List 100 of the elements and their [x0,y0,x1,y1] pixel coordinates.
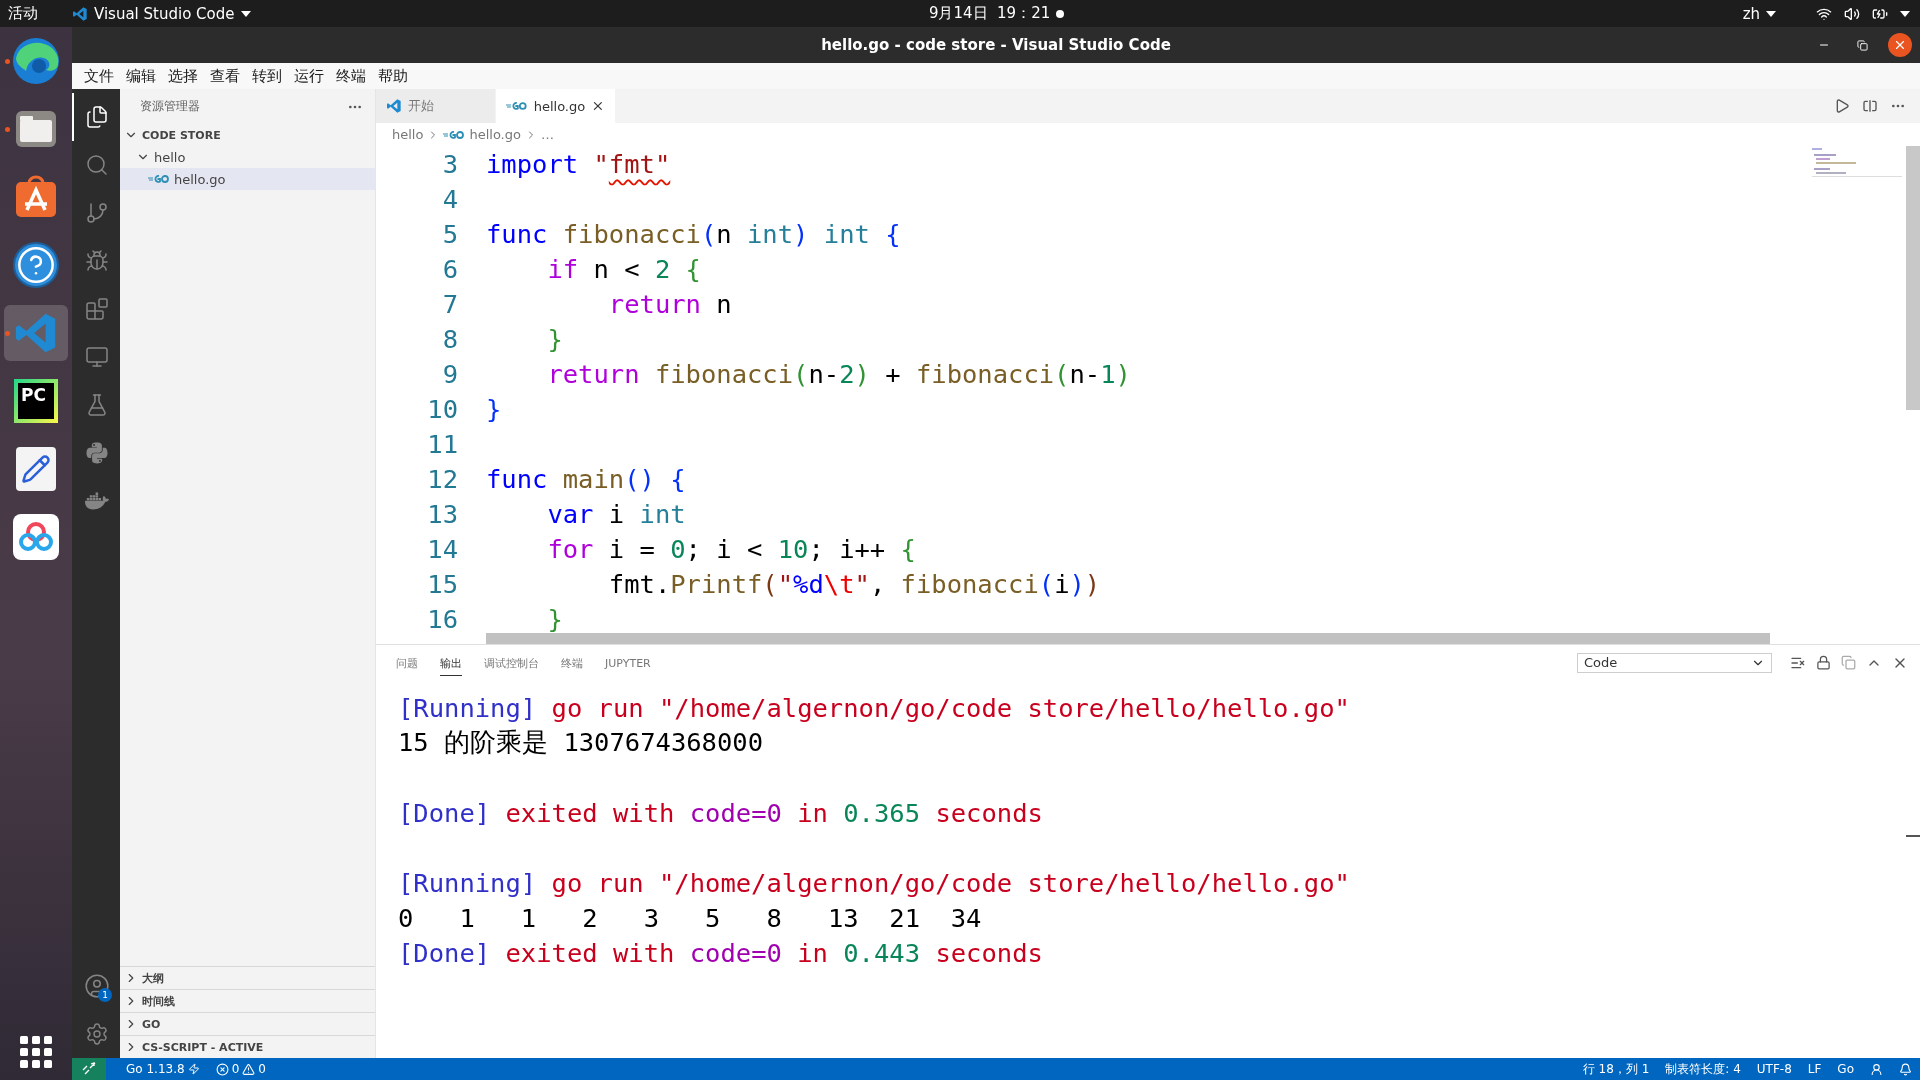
shopping-bag-icon[interactable] [13,174,59,220]
menu-item[interactable]: 查看 [204,66,246,86]
problems-item[interactable]: 0 0 [207,1062,274,1076]
code-line: } [546,323,563,354]
sidebar-title: 资源管理器 [140,98,200,115]
close-icon [1893,38,1907,52]
feedback-icon[interactable] [1870,1062,1883,1076]
sidebar-section[interactable]: GO [120,1012,375,1035]
panel-tab[interactable]: JUPYTER [605,650,651,675]
cloud-app-icon[interactable] [12,513,60,561]
code-line: for i = 0; i < 10; i++ { [546,533,916,564]
status-item[interactable]: LF [1799,1062,1830,1076]
line-number: 12 [426,463,459,494]
help-icon[interactable] [13,242,59,288]
error-icon [215,1062,229,1076]
menu-item[interactable]: 终端 [330,66,372,86]
code-line: import "fmt" [486,148,671,179]
scrollbar[interactable] [1906,146,1920,410]
close-icon[interactable] [591,99,605,113]
line-number: 8 [441,323,459,354]
status-item[interactable]: Go [1829,1062,1862,1076]
status-item[interactable]: 行 18，列 1 [1574,1060,1658,1078]
lightning-icon [187,1063,200,1075]
code-line: func fibonacci(n int) int { [486,218,901,249]
menu-item[interactable]: 运行 [288,66,330,86]
menu-item[interactable]: 编辑 [120,66,162,86]
panel-tab[interactable]: 输出 [440,649,462,676]
caret-icon [240,10,251,17]
tree-item[interactable]: hello [120,146,375,168]
notification-badge: 1 [98,988,112,1002]
menu-item[interactable]: 转到 [246,66,288,86]
editor-tab[interactable]: hello.go [496,89,616,123]
caret-icon [1900,10,1910,17]
menu-item[interactable]: 选择 [162,66,204,86]
line-number: 7 [441,288,459,319]
run-icon[interactable] [1834,98,1850,114]
go-file-icon [148,174,170,184]
line-number: 15 [426,568,459,599]
code-line: fmt.Printf("%d\t", fibonacci(i)) [607,568,1101,599]
vscode-icon [72,5,88,22]
line-number: 3 [441,148,459,179]
code-line: var i int [546,498,686,529]
output-line: [Done] exited with code=0 in 0.365 seconds [398,797,1043,828]
breadcrumb[interactable]: hello [392,127,424,142]
output-line: 15 的阶乘是 1307674368000 [398,726,763,759]
menu-item[interactable]: 帮助 [372,66,414,86]
go-file-icon [506,101,528,111]
warning-icon [242,1062,256,1076]
output-line: [Running] go run "/home/algernon/go/code store/hello/hello.go" [398,692,1350,723]
split-editor-icon[interactable] [1862,98,1878,114]
line-number: 10 [426,393,459,424]
remote-icon [82,1062,96,1076]
output-line: [Running] go run "/home/algernon/go/code store/hello/hello.go" [398,867,1350,898]
editor-tab[interactable]: 开始 [376,89,496,123]
panel-tab[interactable]: 问题 [396,649,418,676]
output-channel-select[interactable]: Code [1577,652,1772,673]
status-item[interactable]: 制表符长度: 4 [1657,1060,1749,1078]
line-number: 11 [426,428,459,459]
code-line: if n < 2 { [546,253,701,284]
code-line: } [546,603,563,634]
clock[interactable]: 9月14日 19：21 [928,4,1065,23]
breadcrumb[interactable]: … [540,127,554,142]
activities-button[interactable]: 活动 [8,4,38,23]
scrollbar[interactable] [486,633,1770,644]
caret-icon [1766,10,1776,17]
app-menu[interactable]: Visual Studio Code [72,4,251,23]
code-line: return fibonacci(n-2) + fibonacci(n-1) [546,358,1131,389]
line-number: 4 [441,183,459,214]
bell-icon[interactable] [1899,1062,1912,1076]
panel-tab[interactable]: 调试控制台 [484,649,539,676]
output-line: 0 1 1 2 3 5 8 13 21 34 [398,902,982,933]
line-number: 14 [426,533,459,564]
breadcrumb[interactable]: hello.go [469,127,521,142]
dock-item[interactable]: PC [4,373,68,429]
workspace-header[interactable]: CODE STORE [120,124,375,146]
pycharm-icon[interactable]: PC [14,379,58,423]
line-number: 13 [426,498,459,529]
remote-button[interactable] [72,1058,106,1080]
input-method-menu[interactable]: zh [1742,4,1776,23]
menu-item[interactable]: 文件 [78,66,120,86]
line-number: 6 [441,253,459,284]
output-line: [Done] exited with code=0 in 0.443 seconds [398,937,1043,968]
text-editor-icon[interactable] [16,447,56,491]
line-number: 9 [441,358,459,389]
close-button[interactable] [1888,33,1912,57]
status-item[interactable]: UTF-8 [1748,1062,1800,1076]
line-number: 16 [426,603,459,634]
code-line: func main() { [486,463,686,494]
go-version-item[interactable]: Go 1.13.8 [118,1062,208,1076]
code-line: return n [607,288,732,319]
line-number: 5 [441,218,459,249]
browser-icon[interactable] [11,36,61,86]
sidebar-section[interactable]: 时间线 [120,989,375,1012]
vscode-logo-icon [386,98,402,114]
panel-tab[interactable]: 终端 [561,649,583,676]
lock-icon[interactable] [1816,655,1831,670]
window-title: hello.go - code store - Visual Studio Code [821,36,1171,54]
tree-item[interactable]: hello.go [120,168,375,190]
sidebar-section[interactable]: 大纲 [120,966,375,989]
app-grid-icon[interactable] [20,1036,52,1068]
